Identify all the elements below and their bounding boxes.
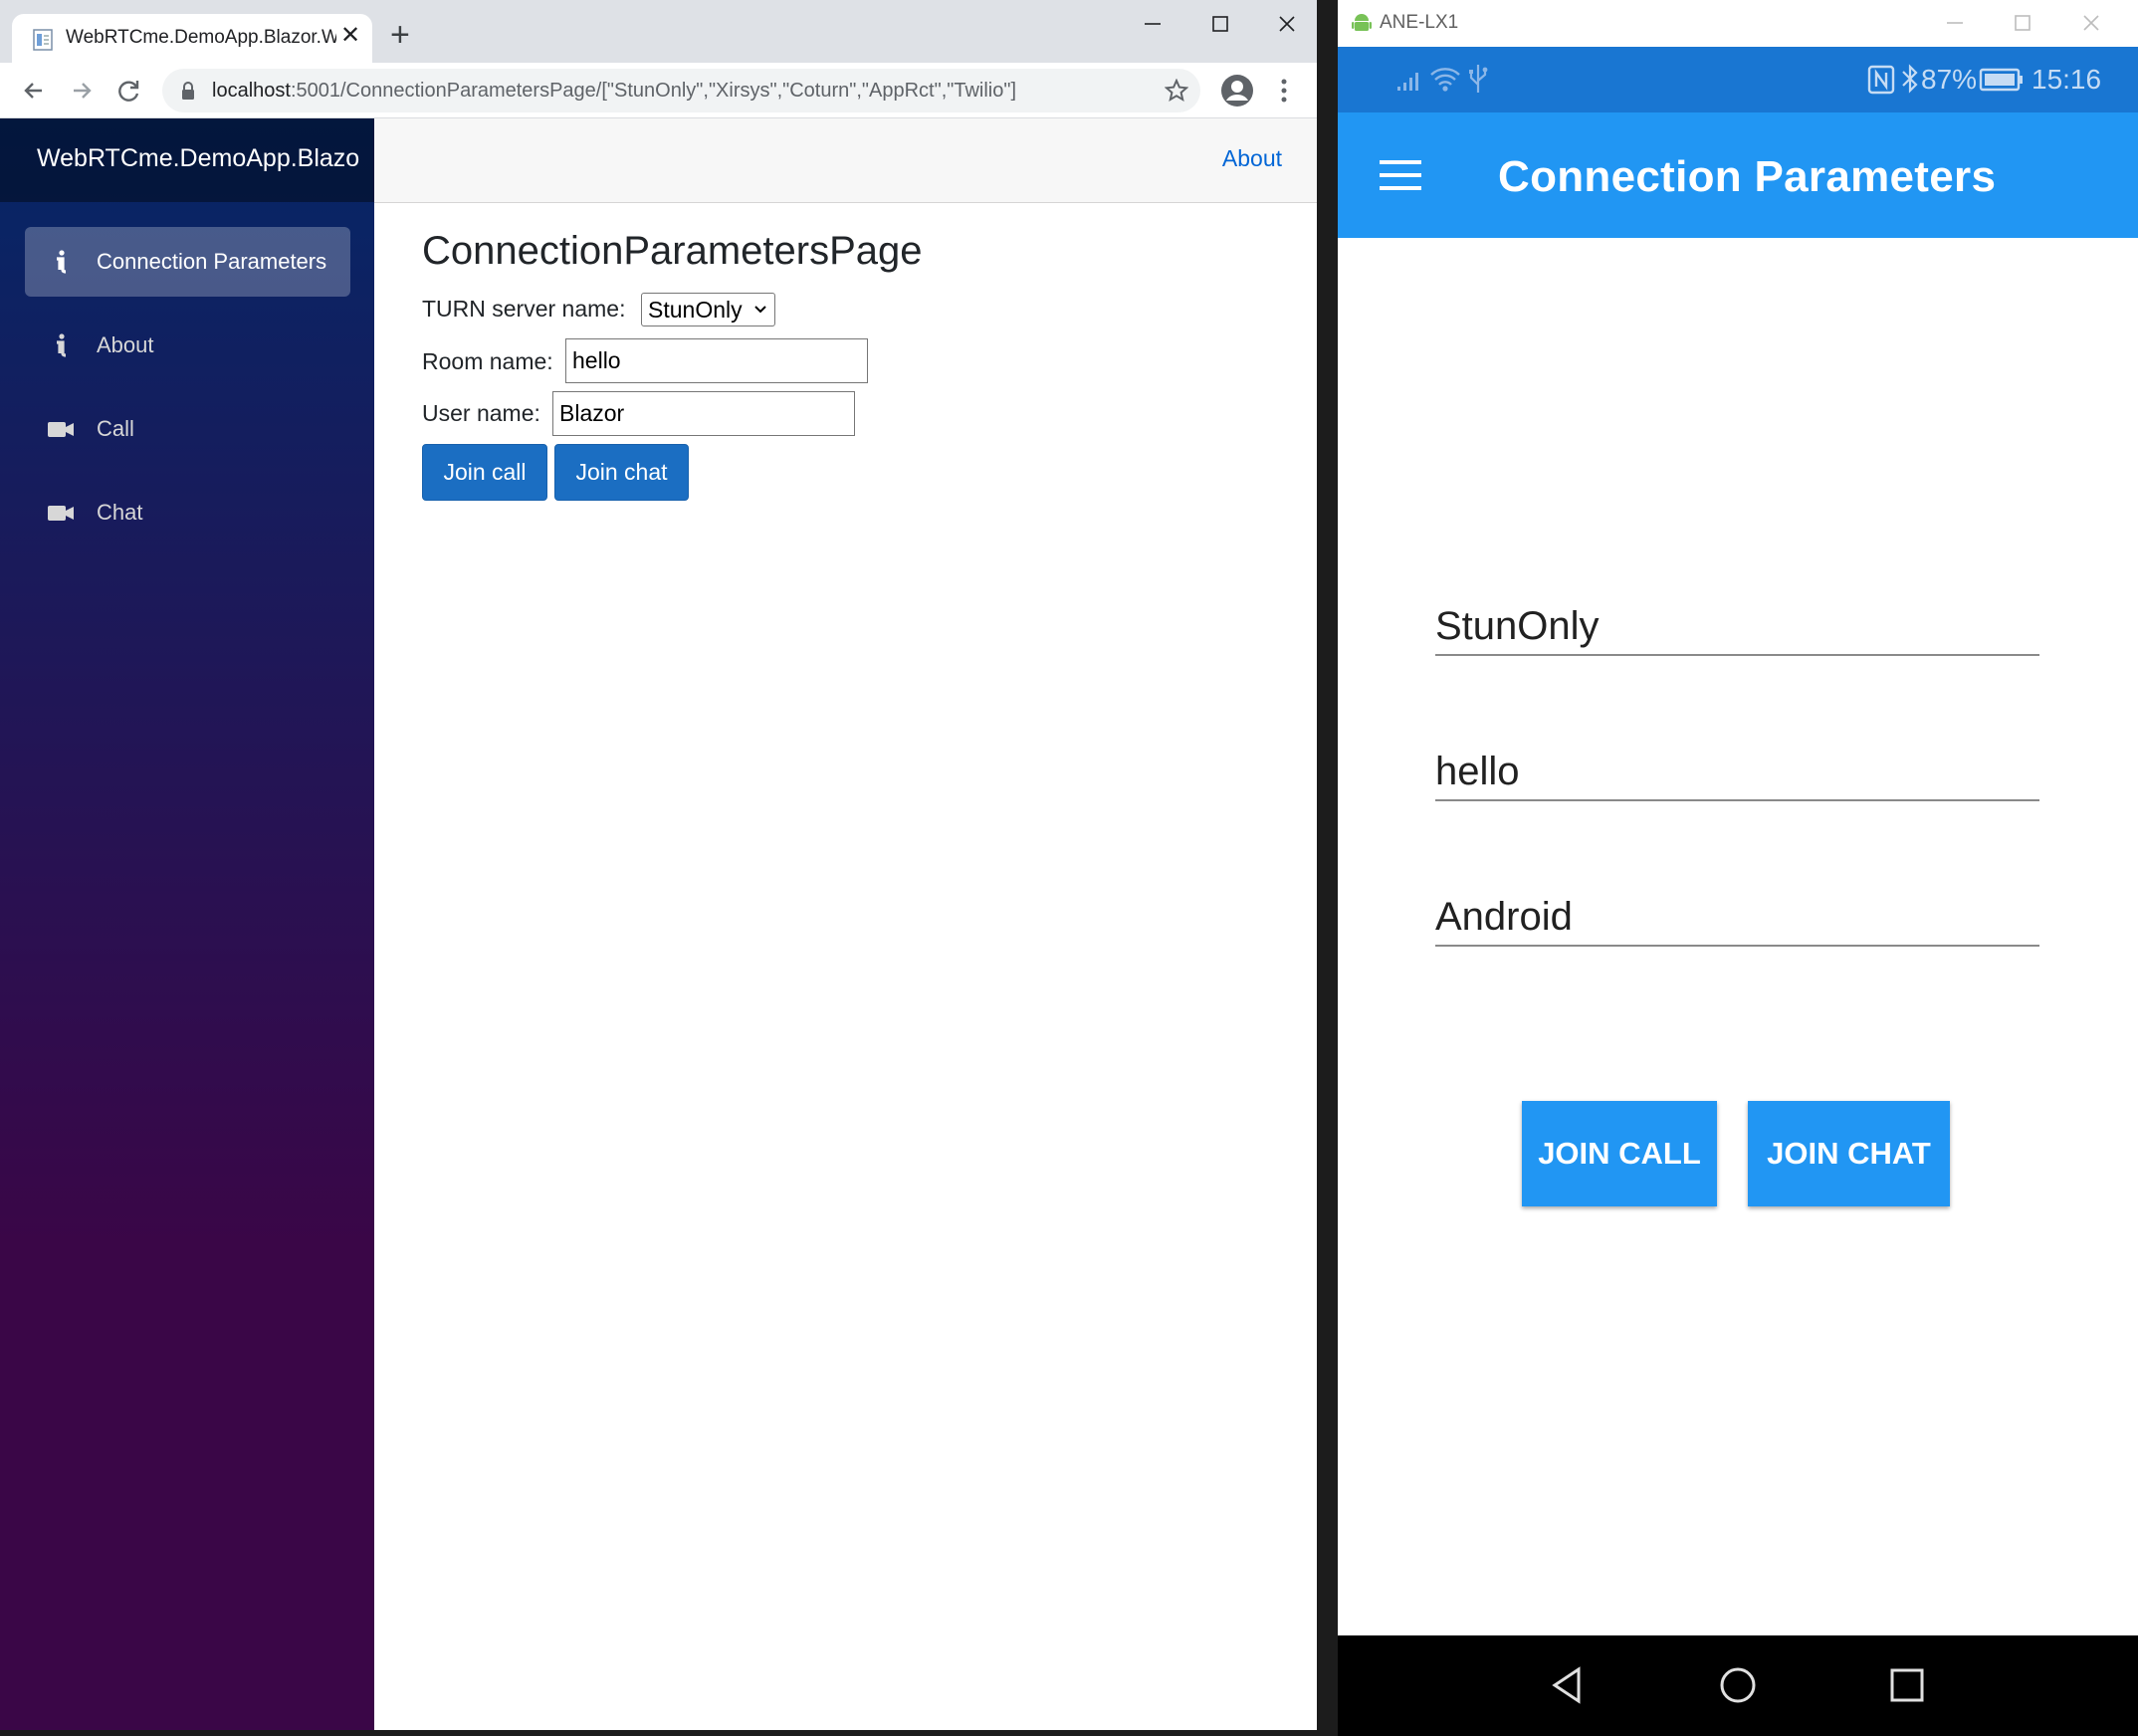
turn-server-label: TURN server name: <box>422 296 626 322</box>
emulator-window: ANE-LX1 87% 15:16 Connection Parameters <box>1338 0 2138 1736</box>
clock: 15:16 <box>2031 64 2102 95</box>
info-icon <box>57 333 67 357</box>
minimize-icon[interactable] <box>1940 10 1970 36</box>
android-app-bar: Connection Parameters <box>1338 112 2138 238</box>
chevron-down-icon <box>754 306 766 314</box>
app-brand[interactable]: WebRTCme.DemoApp.Blazo <box>37 144 359 173</box>
about-link[interactable]: About <box>1222 145 1282 172</box>
toolbar: localhost:5001/ConnectionParametersPage/… <box>0 63 1317 118</box>
profile-icon[interactable] <box>1219 73 1255 108</box>
browser-window: WebRTCme.DemoApp.Blazor.Wa ✕ + localhost… <box>0 0 1317 1730</box>
nfc-icon <box>1867 65 1895 95</box>
kebab-menu-icon[interactable] <box>1274 77 1294 105</box>
sidebar-item-chat[interactable]: Chat <box>25 478 350 547</box>
android-nav-bar <box>1338 1635 2138 1736</box>
sidebar: WebRTCme.DemoApp.Blazo Connection Parame… <box>0 118 374 1730</box>
join-chat-button[interactable]: Join chat <box>554 444 689 501</box>
page-favicon-icon <box>33 29 53 51</box>
hamburger-menu-icon[interactable] <box>1380 160 1421 190</box>
join-call-button[interactable]: Join call <box>422 444 547 501</box>
lock-icon[interactable] <box>180 81 196 101</box>
room-name-input[interactable]: hello <box>565 338 868 383</box>
forward-arrow-icon[interactable] <box>66 75 98 107</box>
sidebar-item-label: Connection Parameters <box>97 249 327 274</box>
emulator-titlebar: ANE-LX1 <box>1338 0 2138 47</box>
back-arrow-icon[interactable] <box>18 75 50 107</box>
user-name-label: User name: <box>422 400 540 426</box>
android-page-title: Connection Parameters <box>1498 152 1997 201</box>
android-status-bar: 87% 15:16 <box>1338 47 2138 112</box>
turn-server-value: StunOnly <box>648 297 743 323</box>
wifi-icon <box>1430 68 1460 92</box>
battery-percent: 87% <box>1921 64 1978 95</box>
new-tab-icon[interactable]: + <box>390 18 410 52</box>
sidebar-item-connection-parameters[interactable]: Connection Parameters <box>25 227 350 297</box>
battery-icon <box>1979 68 2023 92</box>
close-icon[interactable] <box>2076 10 2106 36</box>
usb-icon <box>1469 65 1488 93</box>
sidebar-item-label: About <box>97 332 154 357</box>
minimize-icon[interactable] <box>1123 6 1182 42</box>
tab-title: WebRTCme.DemoApp.Blazor.Wa <box>66 27 336 48</box>
join-chat-button[interactable]: JOIN CHAT <box>1748 1101 1950 1206</box>
emulator-title: ANE-LX1 <box>1380 12 1459 33</box>
bluetooth-icon <box>1902 64 1918 94</box>
reload-icon[interactable] <box>113 75 145 107</box>
maximize-icon[interactable] <box>1190 6 1250 42</box>
recents-square-icon[interactable] <box>1887 1665 1927 1705</box>
android-content: StunOnly hello Android JOIN CALL JOIN CH… <box>1338 238 2138 1635</box>
home-circle-icon[interactable] <box>1718 1665 1758 1705</box>
join-call-button[interactable]: JOIN CALL <box>1522 1101 1717 1206</box>
signal-icon <box>1397 73 1418 91</box>
info-icon <box>57 250 67 274</box>
user-name-input[interactable]: Blazor <box>552 391 855 436</box>
sidebar-item-call[interactable]: Call <box>25 394 350 464</box>
user-name-entry[interactable]: Android <box>1435 895 2039 947</box>
tab-close-icon[interactable]: ✕ <box>340 24 360 48</box>
android-icon <box>1352 14 1372 31</box>
address-bar[interactable]: localhost:5001/ConnectionParametersPage/… <box>162 69 1200 112</box>
browser-tab[interactable]: WebRTCme.DemoApp.Blazor.Wa ✕ <box>12 14 372 63</box>
sidebar-item-label: Call <box>97 416 134 441</box>
turn-server-picker[interactable]: StunOnly <box>1435 604 2039 656</box>
tab-strip: WebRTCme.DemoApp.Blazor.Wa ✕ + <box>0 0 1317 63</box>
room-name-entry[interactable]: hello <box>1435 750 2039 801</box>
page-title: ConnectionParametersPage <box>422 229 923 273</box>
sidebar-item-label: Chat <box>97 500 143 525</box>
video-camera-icon <box>48 422 74 437</box>
video-camera-icon <box>48 506 74 521</box>
sidebar-item-about[interactable]: About <box>25 311 350 380</box>
room-name-label: Room name: <box>422 348 553 374</box>
turn-server-select[interactable]: StunOnly <box>641 293 775 326</box>
maximize-icon[interactable] <box>2008 10 2037 36</box>
main-content: ConnectionParametersPage TURN server nam… <box>374 203 1317 1730</box>
star-icon[interactable] <box>1165 79 1188 103</box>
close-icon[interactable] <box>1257 6 1317 42</box>
sidebar-header: WebRTCme.DemoApp.Blazo <box>0 118 374 202</box>
top-row: About <box>374 118 1317 203</box>
back-triangle-icon[interactable] <box>1549 1665 1589 1705</box>
url-text: localhost:5001/ConnectionParametersPage/… <box>212 80 1017 102</box>
